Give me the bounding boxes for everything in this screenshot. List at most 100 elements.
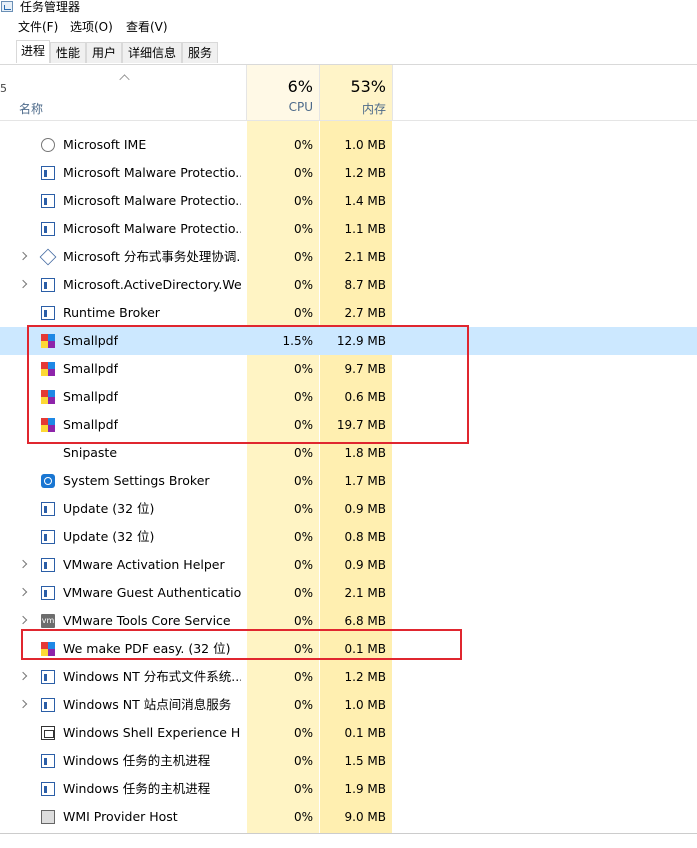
process-name: Microsoft Malware Protectio...	[63, 193, 241, 208]
process-row[interactable]: VMware Guest Authenticatio... 0% 2.1 MB	[0, 579, 697, 607]
process-row[interactable]: Microsoft.ActiveDirectory.We... 0% 8.7 MB	[0, 271, 697, 299]
window-app-icon	[41, 278, 55, 292]
process-cpu: 0%	[293, 278, 313, 292]
process-memory: 0.9 MB	[344, 558, 386, 572]
menu-file[interactable]: 文件(F)	[18, 19, 58, 35]
process-cpu: 0%	[293, 698, 313, 712]
process-memory: 2.1 MB	[344, 250, 386, 264]
sort-up-icon[interactable]	[119, 74, 130, 85]
process-row[interactable]: Update (32 位) 0% 0.8 MB	[0, 523, 697, 551]
process-name: Runtime Broker	[63, 305, 160, 320]
process-row[interactable]: Microsoft IME 0% 1.0 MB	[0, 131, 697, 159]
process-name: Windows 任务的主机进程	[63, 781, 211, 796]
process-row[interactable]: Microsoft Malware Protectio... 0% 1.4 MB	[0, 187, 697, 215]
ime-icon	[41, 138, 55, 152]
process-name: Windows NT 站点间消息服务	[63, 697, 232, 712]
process-memory: 1.7 MB	[344, 474, 386, 488]
memory-column-header[interactable]: 53% 内存	[320, 65, 392, 120]
window-app-icon	[41, 670, 55, 684]
process-row[interactable]: Windows 任务的主机进程 0% 1.5 MB	[0, 747, 697, 775]
expand-chevron-icon[interactable]	[18, 279, 28, 289]
process-name: VMware Guest Authenticatio...	[63, 585, 241, 600]
process-cpu: 0%	[293, 754, 313, 768]
process-name: Microsoft Malware Protectio...	[63, 165, 241, 180]
window-app-icon	[41, 222, 55, 236]
vm-icon: vm	[41, 614, 55, 628]
left-edge-text: 5	[0, 82, 7, 95]
window-app-icon	[41, 698, 55, 712]
process-name: Update (32 位)	[63, 501, 155, 516]
cpu-column-header[interactable]: 6% CPU	[247, 65, 319, 120]
window-app-icon	[41, 558, 55, 572]
process-name: WMI Provider Host	[63, 809, 178, 824]
process-name: Windows NT 分布式文件系统...	[63, 669, 241, 684]
expand-chevron-icon[interactable]	[18, 671, 28, 681]
process-memory: 1.2 MB	[344, 670, 386, 684]
process-row[interactable]: System Settings Broker 0% 1.7 MB	[0, 467, 697, 495]
column-divider[interactable]	[392, 65, 393, 120]
name-column-header[interactable]: 名称	[19, 100, 43, 117]
title-bar: 任务管理器	[0, 0, 697, 16]
cpu-label: CPU	[288, 100, 313, 114]
process-row[interactable]: VMware Activation Helper 0% 0.9 MB	[0, 551, 697, 579]
expand-chevron-icon[interactable]	[18, 615, 28, 625]
process-name: Microsoft IME	[63, 137, 147, 152]
process-name: VMware Activation Helper	[63, 557, 225, 572]
window-app-icon	[41, 782, 55, 796]
process-cpu: 0%	[293, 530, 313, 544]
process-row[interactable]: Update (32 位) 0% 0.9 MB	[0, 495, 697, 523]
window-app-icon	[41, 530, 55, 544]
process-memory: 1.5 MB	[344, 754, 386, 768]
expand-chevron-icon[interactable]	[18, 587, 28, 597]
menu-view[interactable]: 查看(V)	[126, 19, 168, 35]
process-memory: 0.1 MB	[344, 726, 386, 740]
process-row[interactable]: WMI Provider Host 0% 9.0 MB	[0, 803, 697, 831]
wmi-icon	[41, 810, 55, 824]
tab-performance[interactable]: 性能	[50, 42, 86, 63]
process-memory: 1.0 MB	[344, 698, 386, 712]
process-memory: 0.8 MB	[344, 530, 386, 544]
process-name: Microsoft 分布式事务处理协调...	[63, 249, 241, 264]
process-row[interactable]: Microsoft Malware Protectio... 0% 1.2 MB	[0, 159, 697, 187]
process-row[interactable]: Windows Shell Experience H... 0% 0.1 MB	[0, 719, 697, 747]
column-header: 名称 6% CPU 53% 内存	[0, 65, 697, 121]
shell-icon	[41, 726, 55, 740]
tab-processes[interactable]: 进程	[16, 40, 50, 63]
process-row[interactable]: Windows NT 站点间消息服务 0% 1.0 MB	[0, 691, 697, 719]
process-memory: 1.1 MB	[344, 222, 386, 236]
window-app-icon	[41, 754, 55, 768]
memory-label: 内存	[361, 102, 386, 116]
window-app-icon	[41, 306, 55, 320]
tab-services[interactable]: 服务	[182, 42, 218, 63]
process-cpu: 0%	[293, 474, 313, 488]
settings-gear-icon	[41, 474, 55, 488]
expand-chevron-icon[interactable]	[18, 699, 28, 709]
process-memory: 9.0 MB	[344, 810, 386, 824]
process-row[interactable]: Microsoft 分布式事务处理协调... 0% 2.1 MB	[0, 243, 697, 271]
highlight-box-smallpdf	[27, 325, 469, 444]
expand-chevron-icon[interactable]	[18, 251, 28, 261]
process-row[interactable]: Microsoft Malware Protectio... 0% 1.1 MB	[0, 215, 697, 243]
process-name: Windows 任务的主机进程	[63, 753, 211, 768]
process-row[interactable]: Runtime Broker 0% 2.7 MB	[0, 299, 697, 327]
expand-chevron-icon[interactable]	[18, 559, 28, 569]
window-app-icon	[41, 166, 55, 180]
process-cpu: 0%	[293, 194, 313, 208]
process-cpu: 0%	[293, 166, 313, 180]
menu-options[interactable]: 选项(O)	[70, 19, 113, 35]
window-app-icon	[41, 502, 55, 516]
process-memory: 8.7 MB	[344, 278, 386, 292]
distributed-icon	[39, 248, 57, 266]
process-row[interactable]: Windows 任务的主机进程 0% 1.9 MB	[0, 775, 697, 803]
tab-details[interactable]: 详细信息	[122, 42, 182, 63]
process-list: Microsoft IME 0% 1.0 MB Microsoft Malware P…	[0, 121, 697, 833]
process-cpu: 0%	[293, 782, 313, 796]
process-cpu: 0%	[293, 670, 313, 684]
process-row[interactable]: Windows NT 分布式文件系统... 0% 1.2 MB	[0, 663, 697, 691]
tab-users[interactable]: 用户	[86, 42, 122, 63]
process-memory: 1.4 MB	[344, 194, 386, 208]
process-memory: 2.1 MB	[344, 586, 386, 600]
process-name: Microsoft.ActiveDirectory.We...	[63, 277, 241, 292]
window-title: 任务管理器	[20, 0, 81, 14]
process-name: Microsoft Malware Protectio...	[63, 221, 241, 236]
